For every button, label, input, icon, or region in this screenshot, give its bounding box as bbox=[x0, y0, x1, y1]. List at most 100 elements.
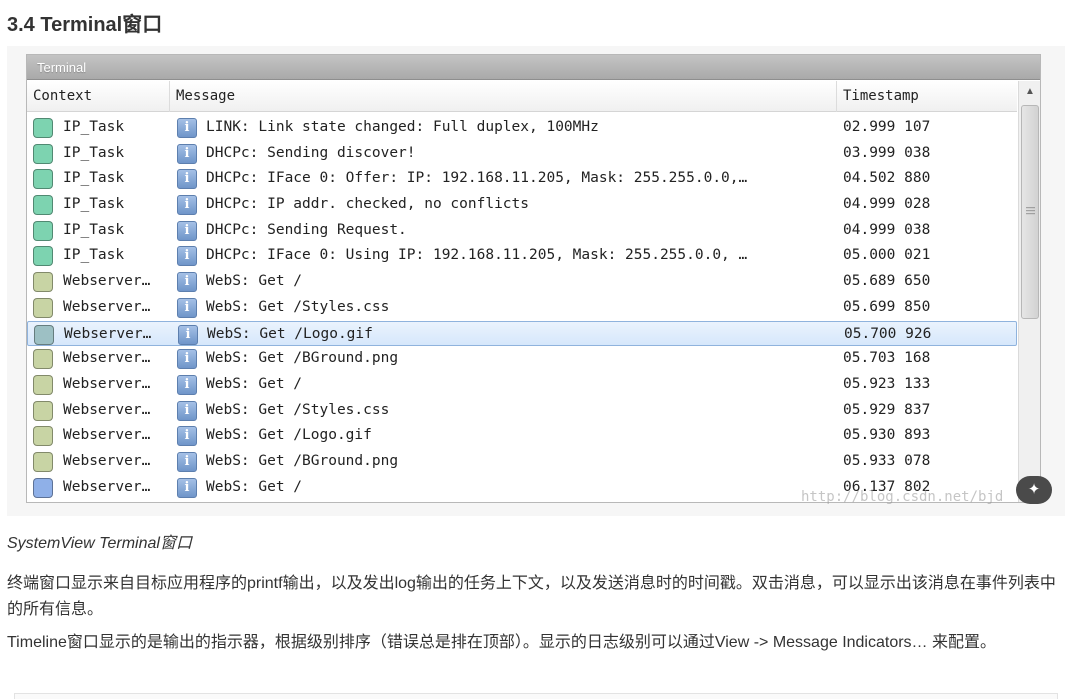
terminal-window: Terminal Context Message Timestamp IP_Ta… bbox=[26, 54, 1041, 503]
context-color-swatch bbox=[33, 169, 53, 190]
table-row[interactable]: Webserver… i WebS: Get /Logo.gif 05.930 893 bbox=[27, 423, 1017, 449]
column-header-timestamp[interactable]: Timestamp bbox=[837, 81, 1017, 112]
info-icon: i bbox=[177, 451, 197, 472]
context-color-swatch bbox=[34, 324, 54, 345]
message-cell: WebS: Get /BGround.png bbox=[206, 452, 399, 469]
context-cell: Webserver… bbox=[63, 350, 151, 367]
column-headers: Context Message Timestamp bbox=[27, 81, 1017, 112]
message-cell: DHCPc: IFace 0: Using IP: 192.168.11.205… bbox=[206, 247, 748, 264]
info-icon: i bbox=[177, 477, 197, 498]
context-cell: IP_Task bbox=[63, 170, 125, 187]
info-icon: i bbox=[177, 195, 197, 216]
table-row[interactable]: IP_Task i DHCPc: IFace 0: Using IP: 192.16… bbox=[27, 243, 1017, 269]
context-cell: IP_Task bbox=[63, 221, 125, 238]
message-cell: WebS: Get / bbox=[206, 478, 303, 495]
paragraph-terminal-description: 终端窗口显示来自目标应用程序的printf输出，以及发出log输出的任务上下文，… bbox=[7, 575, 1056, 618]
context-cell: Webserver… bbox=[63, 298, 151, 315]
table-row[interactable]: Webserver… i WebS: Get /Styles.css 05.699 8… bbox=[27, 295, 1017, 321]
info-icon: i bbox=[178, 324, 198, 345]
vertical-scrollbar[interactable]: ▲ — — — bbox=[1018, 81, 1040, 502]
info-icon: i bbox=[177, 169, 197, 190]
context-cell: Webserver… bbox=[63, 375, 151, 392]
context-cell: IP_Task bbox=[63, 196, 125, 213]
message-cell: DHCPc: Sending discover! bbox=[206, 144, 416, 161]
table-row[interactable]: Webserver… i WebS: Get /Logo.gif 05.700 926 bbox=[27, 320, 1017, 347]
grip-icon: — — — bbox=[1026, 202, 1035, 218]
info-icon: i bbox=[177, 349, 197, 370]
watermark: http://blog.csdn.net/bjd bbox=[801, 489, 1004, 505]
context-color-swatch bbox=[33, 220, 53, 241]
table-row[interactable]: IP_Task i DHCPc: IP addr. checked, no conf… bbox=[27, 192, 1017, 218]
context-cell: Webserver… bbox=[63, 452, 151, 469]
timestamp-cell: 04.999 038 bbox=[843, 221, 931, 238]
timestamp-cell: 05.699 850 bbox=[843, 298, 931, 315]
timestamp-cell: 05.000 021 bbox=[843, 247, 931, 264]
info-icon: i bbox=[177, 297, 197, 318]
info-icon: i bbox=[177, 246, 197, 267]
message-cell: WebS: Get / bbox=[206, 273, 303, 290]
context-cell: Webserver… bbox=[64, 325, 152, 342]
info-icon: i bbox=[177, 118, 197, 138]
context-color-swatch bbox=[33, 400, 53, 421]
table-row[interactable]: Webserver… i WebS: Get / 05.689 650 bbox=[27, 269, 1017, 295]
column-header-context[interactable]: Context bbox=[27, 81, 170, 112]
context-color-swatch bbox=[33, 118, 53, 138]
message-cell: WebS: Get / bbox=[206, 375, 303, 392]
message-cell: WebS: Get /BGround.png bbox=[206, 350, 399, 367]
timestamp-cell: 05.933 078 bbox=[843, 452, 931, 469]
info-icon: i bbox=[177, 143, 197, 164]
context-cell: Webserver… bbox=[63, 401, 151, 418]
next-block bbox=[14, 693, 1058, 699]
context-color-swatch bbox=[33, 195, 53, 216]
context-color-swatch bbox=[33, 272, 53, 293]
table-row[interactable]: IP_Task i DHCPc: IFace 0: Offer: IP: 192.1… bbox=[27, 166, 1017, 192]
context-color-swatch bbox=[33, 143, 53, 164]
table-row[interactable]: IP_Task i DHCPc: Sending Request. 04.999 03… bbox=[27, 218, 1017, 244]
context-color-swatch bbox=[33, 451, 53, 472]
table-row[interactable]: Webserver… i WebS: Get / 05.923 133 bbox=[27, 372, 1017, 398]
timestamp-cell: 04.999 028 bbox=[843, 196, 931, 213]
figure-caption: SystemView Terminal窗口 bbox=[7, 535, 192, 552]
message-cell: WebS: Get /Styles.css bbox=[206, 298, 390, 315]
context-cell: Webserver… bbox=[63, 273, 151, 290]
timestamp-cell: 05.703 168 bbox=[843, 350, 931, 367]
timestamp-cell: 05.700 926 bbox=[844, 325, 932, 342]
context-color-swatch bbox=[33, 426, 53, 447]
message-cell: LINK: Link state changed: Full duplex, 1… bbox=[206, 119, 599, 135]
timestamp-cell: 03.999 038 bbox=[843, 144, 931, 161]
scroll-up-arrow-icon[interactable]: ▲ bbox=[1019, 81, 1040, 103]
paragraph-timeline-description: Timeline窗口显示的是输出的指示器，根据级别排序（错误总是排在顶部）。显示… bbox=[7, 634, 997, 651]
column-header-message[interactable]: Message bbox=[170, 81, 837, 112]
context-cell: IP_Task bbox=[63, 247, 125, 264]
terminal-title: Terminal bbox=[27, 55, 1040, 80]
info-icon: i bbox=[177, 374, 197, 395]
table-row[interactable]: IP_Task i DHCPc: Sending discover! 03.999 0… bbox=[27, 141, 1017, 167]
timestamp-cell: 02.999 107 bbox=[843, 119, 931, 135]
table-row[interactable]: Webserver… i WebS: Get /BGround.png 05.933 … bbox=[27, 449, 1017, 475]
message-cell: DHCPc: Sending Request. bbox=[206, 221, 407, 238]
table-row[interactable]: Webserver… i WebS: Get /Styles.css 05.929 8… bbox=[27, 398, 1017, 424]
info-icon: i bbox=[177, 272, 197, 293]
section-heading: 3.4 Terminal窗口 bbox=[7, 14, 163, 36]
timestamp-cell: 05.689 650 bbox=[843, 273, 931, 290]
info-icon: i bbox=[177, 220, 197, 241]
table-row[interactable]: IP_Task i LINK: Link state changed: Full d… bbox=[27, 115, 1017, 141]
message-list: IP_Task i LINK: Link state changed: Full d… bbox=[27, 115, 1017, 502]
timestamp-cell: 05.930 893 bbox=[843, 427, 931, 444]
message-cell: WebS: Get /Logo.gif bbox=[206, 427, 372, 444]
timestamp-cell: 05.923 133 bbox=[843, 375, 931, 392]
message-cell: WebS: Get /Logo.gif bbox=[207, 325, 373, 342]
context-cell: Webserver… bbox=[63, 427, 151, 444]
context-color-swatch bbox=[33, 246, 53, 267]
context-cell: IP_Task bbox=[63, 119, 125, 135]
table-row[interactable]: Webserver… i WebS: Get /BGround.png 05.703 … bbox=[27, 346, 1017, 372]
scrollbar-thumb[interactable]: — — — bbox=[1021, 105, 1039, 319]
context-color-swatch bbox=[33, 374, 53, 395]
timestamp-cell: 05.929 837 bbox=[843, 401, 931, 418]
message-cell: WebS: Get /Styles.css bbox=[206, 401, 390, 418]
message-cell: DHCPc: IFace 0: Offer: IP: 192.168.11.20… bbox=[206, 170, 748, 187]
magic-wand-icon[interactable]: ✦ bbox=[1016, 476, 1052, 504]
message-cell: DHCPc: IP addr. checked, no conflicts bbox=[206, 196, 530, 213]
context-color-swatch bbox=[33, 297, 53, 318]
timestamp-cell: 04.502 880 bbox=[843, 170, 931, 187]
